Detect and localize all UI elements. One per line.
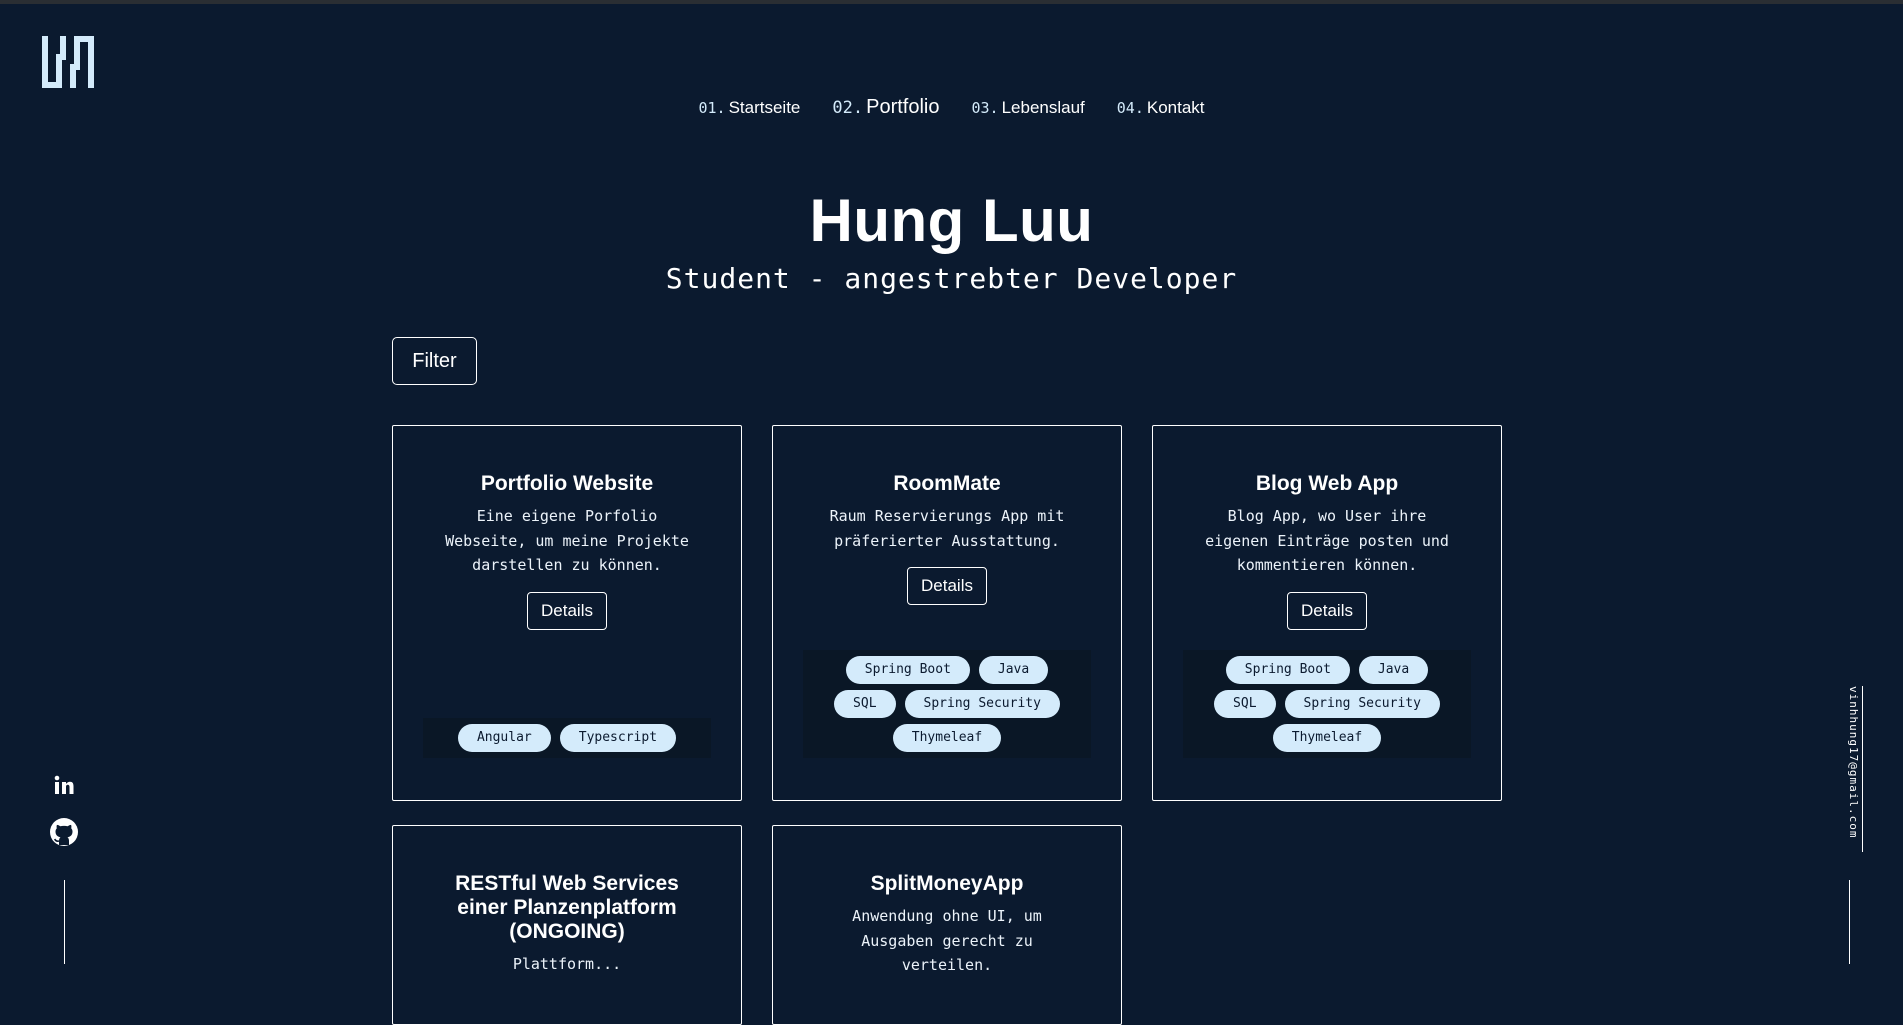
nav-label: Startseite — [728, 97, 801, 117]
nav-number: 03. — [971, 98, 999, 117]
details-button[interactable]: Details — [527, 591, 607, 630]
tech-tag: Java — [978, 656, 1049, 684]
project-title: RoomMate — [893, 472, 1001, 495]
linkedin-icon — [54, 775, 74, 794]
nav-label: Portfolio — [866, 96, 940, 118]
project-description: Raum Reservierungs App mit präferierter … — [829, 507, 1065, 550]
project-card: RESTful Web Services einer Planzenplatfo… — [392, 825, 742, 1025]
project-title: SplitMoneyApp — [870, 872, 1024, 895]
social-divider-line — [64, 880, 65, 964]
details-button[interactable]: Details — [1287, 591, 1367, 630]
tech-tag: Spring Security — [1284, 690, 1440, 718]
nav-label: Lebenslauf — [1001, 97, 1085, 117]
project-description: Eine eigene Porfolio Webseite, um meine … — [445, 507, 689, 574]
project-description: Plattform... — [512, 955, 622, 973]
github-link[interactable] — [48, 816, 80, 848]
nav-lebenslauf[interactable]: 03. Lebenslauf — [971, 98, 1084, 118]
nav-kontakt[interactable]: 04. Kontakt — [1117, 98, 1205, 118]
project-card: Portfolio Website Eine eigene Porfolio W… — [392, 425, 742, 801]
tech-tag: Angular — [457, 724, 551, 752]
project-card: Blog Web App Blog App, wo User ihre eige… — [1152, 425, 1502, 801]
email-link[interactable]: vinhhung17@gmail.com — [1843, 686, 1863, 852]
tag-list: Angular Typescript — [423, 718, 711, 758]
page-subtitle: Student - angestrebter Developer — [665, 262, 1238, 295]
tech-tag: Java — [1358, 656, 1429, 684]
hl-logo-icon[interactable] — [42, 36, 94, 88]
tech-tag: Spring Security — [904, 690, 1060, 718]
github-icon — [50, 818, 78, 846]
tech-tag: Spring Boot — [1225, 656, 1350, 684]
filter-button[interactable]: Filter — [392, 337, 477, 385]
nav-number: 04. — [1116, 98, 1144, 117]
nav-number: 01. — [698, 98, 726, 117]
linkedin-link[interactable] — [48, 772, 80, 798]
tag-list: Spring Boot Java SQL Spring Security Thy… — [1183, 650, 1471, 758]
browser-top-edge — [0, 0, 1903, 4]
tag-list: Spring Boot Java SQL Spring Security Thy… — [803, 650, 1091, 758]
main-nav: 01. Startseite 02. Portfolio 03. Lebensl… — [0, 96, 1903, 119]
project-title: Blog Web App — [1255, 472, 1399, 495]
nav-label: Kontakt — [1146, 97, 1205, 117]
nav-number: 02. — [832, 98, 864, 118]
project-description: Anwendung ohne UI, um Ausgaben gerecht z… — [852, 907, 1042, 974]
tech-tag: Typescript — [559, 724, 677, 752]
tech-tag: Spring Boot — [845, 656, 970, 684]
email-divider-line — [1849, 880, 1850, 964]
tech-tag: SQL — [834, 690, 896, 718]
tech-tag: SQL — [1214, 690, 1276, 718]
project-description: Blog App, wo User ihre eigenen Einträge … — [1205, 507, 1449, 574]
nav-startseite[interactable]: 01. Startseite — [698, 98, 800, 118]
project-card: RoomMate Raum Reservierungs App mit präf… — [772, 425, 1122, 801]
tech-tag: Thymeleaf — [1272, 724, 1382, 752]
project-card: SplitMoneyApp Anwendung ohne UI, um Ausg… — [772, 825, 1122, 1025]
tech-tag: Thymeleaf — [892, 724, 1002, 752]
details-button[interactable]: Details — [907, 567, 987, 605]
nav-portfolio[interactable]: 02. Portfolio — [832, 96, 939, 119]
project-title: Portfolio Website — [480, 472, 654, 495]
project-title: RESTful Web Services einer Planzenplatfo… — [455, 872, 679, 943]
page-title: Hung Luu — [809, 187, 1094, 254]
